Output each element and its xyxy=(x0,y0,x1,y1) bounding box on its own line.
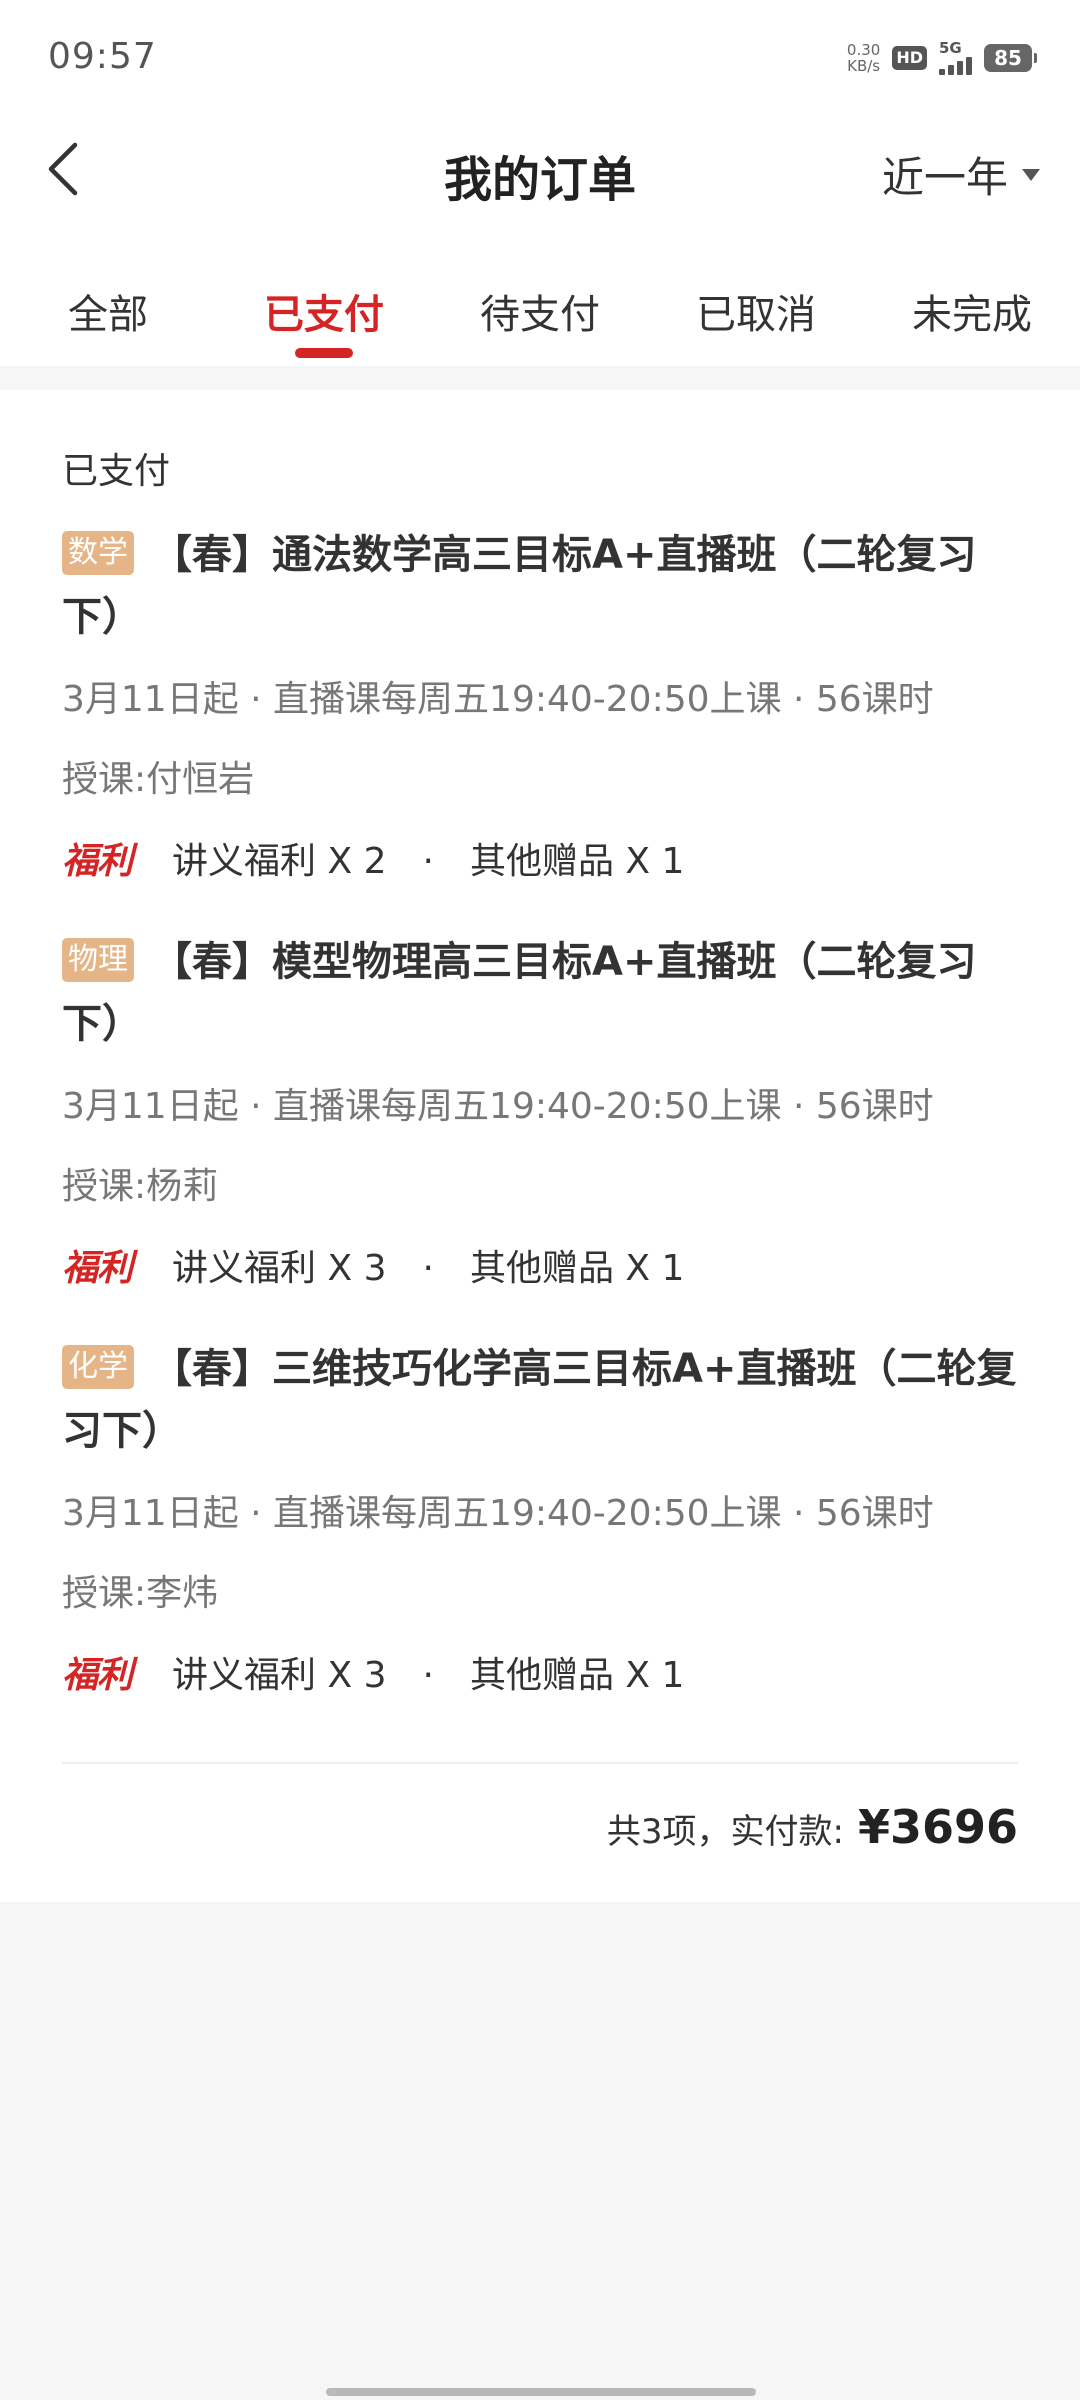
course-schedule: 3月11日起 · 直播课每周五19:40-20:50上课 · 56课时 xyxy=(62,1086,934,1127)
course-teacher: 授课:付恒岩 xyxy=(62,759,255,800)
signal-bars xyxy=(939,55,972,75)
course-title: 化学 【春】三维技巧化学高三目标A+直播班（二轮复习下） xyxy=(62,1338,1022,1462)
perk-separator: · xyxy=(422,1248,434,1289)
course-perks: 福利 讲义福利 X 3 · 其他赠品 X 1 xyxy=(62,1654,1022,1698)
course-title: 数学 【春】通法数学高三目标A+直播班（二轮复习下） xyxy=(62,524,1022,648)
subject-tag: 物理 xyxy=(62,938,134,982)
perk-handout: 讲义福利 X 3 xyxy=(172,1248,387,1289)
order-tabs: 全部 已支付 待支付 已取消 未完成 xyxy=(0,224,1080,366)
perk-gift: 其他赠品 X 1 xyxy=(469,1655,685,1696)
tab-pending[interactable]: 待支付 xyxy=(432,224,648,366)
divider xyxy=(62,1762,1018,1764)
course-title-text: 【春】三维技巧化学高三目标A+直播班（二轮复习下） xyxy=(62,1346,1017,1454)
status-bar: 09:57 0.30 KB/s HD 5G 85 xyxy=(0,0,1080,118)
total-label: 共3项，实付款: xyxy=(606,1812,844,1852)
course-teacher: 授课:李炜 xyxy=(62,1573,219,1614)
status-time: 09:57 xyxy=(48,36,157,77)
network-speed-value: 0.30 xyxy=(846,41,881,59)
perk-badge: 福利 xyxy=(62,1655,133,1696)
course-item[interactable]: 数学 【春】通法数学高三目标A+直播班（二轮复习下） 3月11日起 · 直播课每周… xyxy=(62,524,1022,884)
tab-all[interactable]: 全部 xyxy=(0,224,216,366)
time-range-label: 近一年 xyxy=(881,153,1008,202)
perk-handout: 讲义福利 X 3 xyxy=(172,1655,387,1696)
tab-cancelled[interactable]: 已取消 xyxy=(648,224,864,366)
perk-separator: · xyxy=(422,841,434,882)
course-perks: 福利 讲义福利 X 3 · 其他赠品 X 1 xyxy=(62,1247,1022,1291)
battery-icon: 85 xyxy=(984,44,1037,72)
perk-gift: 其他赠品 X 1 xyxy=(469,841,685,882)
course-teacher: 授课:杨莉 xyxy=(62,1166,219,1207)
course-schedule: 3月11日起 · 直播课每周五19:40-20:50上课 · 56课时 xyxy=(62,1493,934,1534)
perk-separator: · xyxy=(422,1655,434,1696)
course-schedule: 3月11日起 · 直播课每周五19:40-20:50上课 · 56课时 xyxy=(62,679,934,720)
home-indicator[interactable] xyxy=(326,2388,756,2396)
course-perks: 福利 讲义福利 X 2 · 其他赠品 X 1 xyxy=(62,840,1022,884)
order-status: 已支付 xyxy=(62,451,171,492)
status-icons: 0.30 KB/s HD 5G 85 xyxy=(847,38,1037,78)
tab-incomplete[interactable]: 未完成 xyxy=(864,224,1080,366)
order-total: 共3项，实付款: ¥3696 xyxy=(607,1800,1018,1854)
course-item[interactable]: 物理 【春】模型物理高三目标A+直播班（二轮复习下） 3月11日起 · 直播课每周… xyxy=(62,931,1022,1291)
tab-paid[interactable]: 已支付 xyxy=(216,224,432,366)
network-speed: 0.30 KB/s xyxy=(847,42,880,74)
perk-badge: 福利 xyxy=(62,841,133,882)
subject-tag: 数学 xyxy=(62,531,134,575)
nav-bar: 我的订单 近一年 xyxy=(0,118,1080,224)
perk-badge: 福利 xyxy=(62,1248,133,1289)
course-item[interactable]: 化学 【春】三维技巧化学高三目标A+直播班（二轮复习下） 3月11日起 · 直播课… xyxy=(62,1338,1022,1698)
subject-tag: 化学 xyxy=(62,1345,134,1389)
course-title-text: 【春】模型物理高三目标A+直播班（二轮复习下） xyxy=(62,939,977,1047)
signal-type: 5G xyxy=(939,39,962,57)
caret-down-icon xyxy=(1022,168,1040,181)
signal-icon: 5G xyxy=(939,41,972,75)
course-title-text: 【春】通法数学高三目标A+直播班（二轮复习下） xyxy=(62,532,977,640)
network-speed-unit: KB/s xyxy=(847,57,881,75)
perk-gift: 其他赠品 X 1 xyxy=(469,1248,685,1289)
order-card[interactable]: 已支付 数学 【春】通法数学高三目标A+直播班（二轮复习下） 3月11日起 · 直… xyxy=(0,390,1080,1902)
perk-handout: 讲义福利 X 2 xyxy=(172,841,387,882)
hd-icon: HD xyxy=(892,46,927,70)
course-title: 物理 【春】模型物理高三目标A+直播班（二轮复习下） xyxy=(62,931,1022,1055)
total-price: ¥3696 xyxy=(857,1800,1018,1854)
battery-level: 85 xyxy=(994,46,1022,70)
time-range-select[interactable]: 近一年 xyxy=(882,144,1040,205)
